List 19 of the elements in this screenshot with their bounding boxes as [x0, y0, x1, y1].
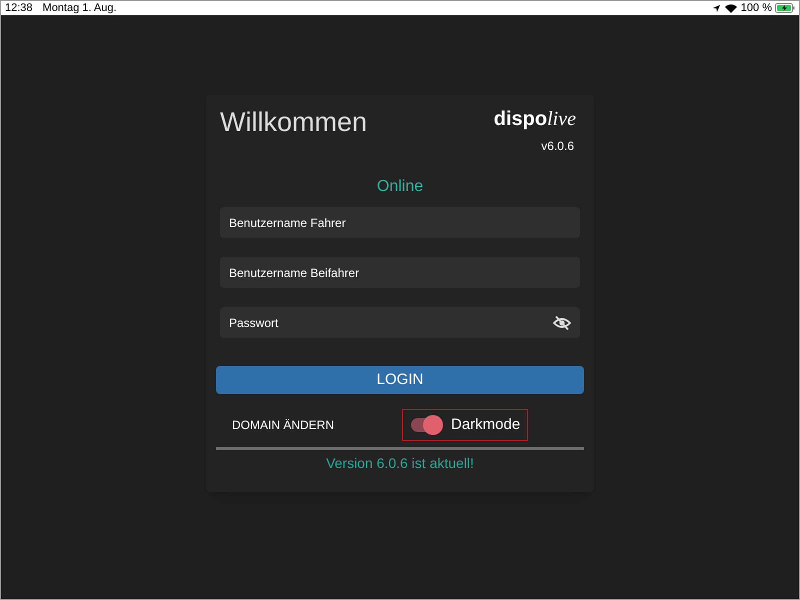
status-date: Montag 1. Aug.	[42, 0, 117, 16]
location-icon	[712, 4, 721, 12]
wifi-icon	[724, 4, 737, 12]
update-message: Version 6.0.6 ist aktuell!	[326, 454, 474, 473]
version-label: v6.0.6	[541, 138, 575, 155]
change-domain-button[interactable]: DOMAIN ÄNDERN	[232, 416, 382, 434]
status-time: 12:38	[5, 0, 33, 16]
darkmode-toggle[interactable]	[409, 415, 443, 435]
password-field[interactable]: Passwort	[220, 307, 580, 338]
logo: dispolive	[494, 107, 576, 131]
input-field[interactable]: Benutzername Fahrer	[220, 207, 580, 238]
darkmode-label: Darkmode	[451, 414, 520, 435]
battery-text: 100 %	[740, 0, 772, 16]
welcome-title: Willkommen	[220, 107, 368, 139]
battery-icon	[775, 3, 795, 13]
login-button[interactable]: LOGIN	[216, 366, 584, 394]
input-field[interactable]: Benutzername Beifahrer	[220, 257, 580, 288]
connection-status: Online	[376, 177, 424, 197]
eye-slash-icon[interactable]	[553, 315, 571, 331]
